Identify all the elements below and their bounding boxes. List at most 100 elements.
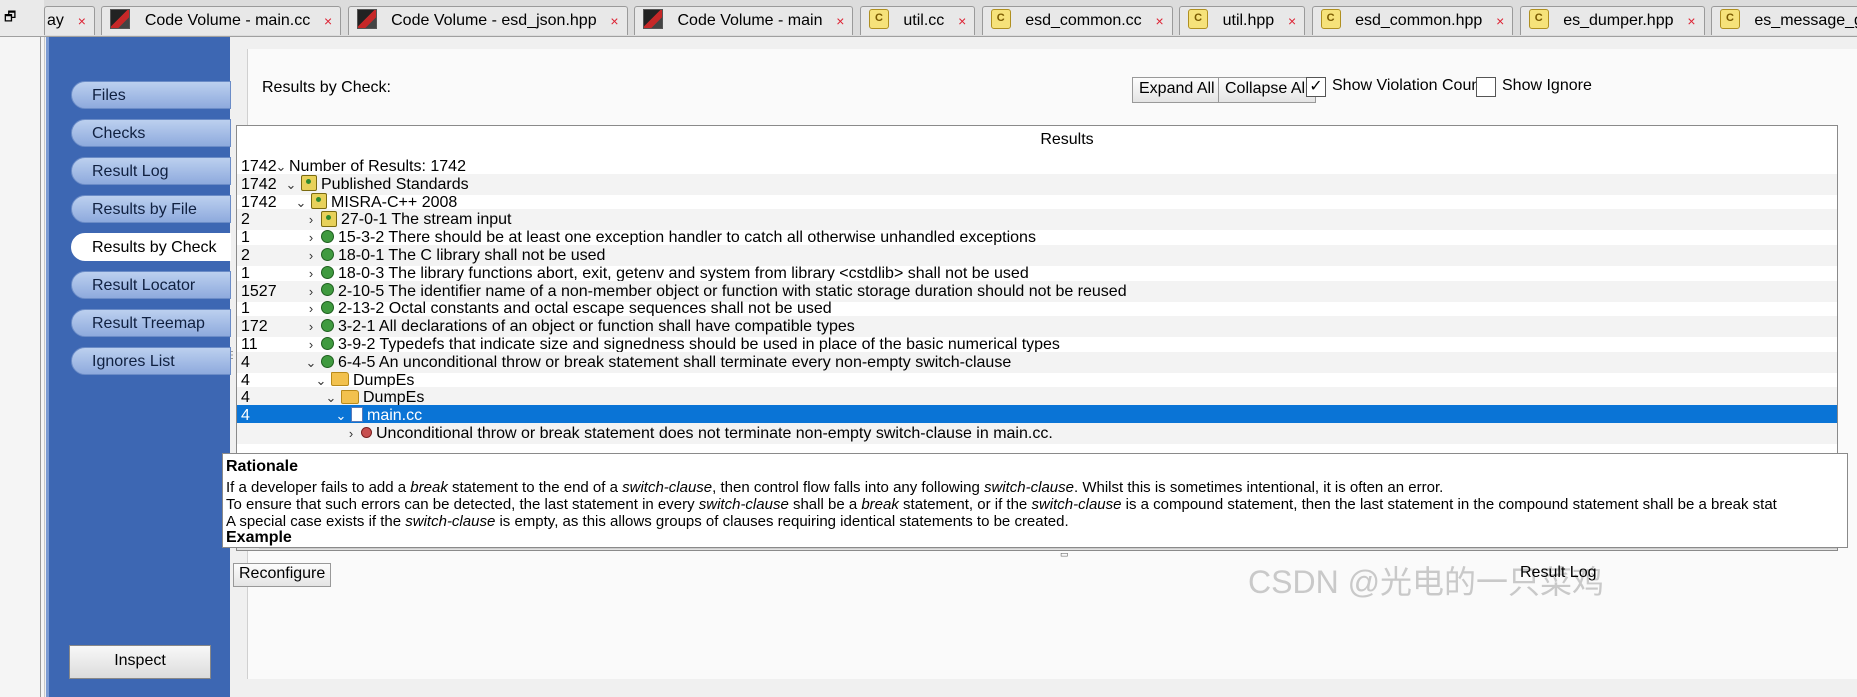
- pane-splitter-grip-icon[interactable]: ▭: [1060, 550, 1086, 559]
- editor-tab-bar: 🗗 ay × Code Volume - main.cc × Code Volu…: [0, 0, 1857, 37]
- tab-close-icon[interactable]: ×: [958, 7, 966, 35]
- check-icon: [321, 301, 334, 315]
- tab-strip: ay × Code Volume - main.cc × Code Volume…: [44, 6, 1857, 36]
- restore-window-icon[interactable]: 🗗: [4, 8, 16, 30]
- tab-util-hpp[interactable]: C util.hpp ×: [1179, 6, 1306, 35]
- rationale-text: is a compound statement, then the last s…: [1121, 496, 1777, 513]
- sidebar-item-label: Result Treemap: [92, 315, 205, 332]
- result-log-button[interactable]: Result Log: [1515, 563, 1602, 585]
- result-text: Published Standards: [321, 175, 469, 193]
- sidebar-item-results-by-check[interactable]: Results by Check: [71, 233, 231, 261]
- rationale-line-1: If a developer fails to add a break stat…: [226, 479, 1443, 496]
- result-text: DumpEs: [353, 371, 415, 389]
- tab-close-icon[interactable]: ×: [1156, 7, 1164, 35]
- code-volume-icon: [643, 9, 664, 30]
- check-icon: [321, 283, 334, 297]
- tab-label: es_message_generated.h: [1754, 12, 1857, 29]
- folder-icon: [331, 371, 349, 386]
- code-volume-icon: [110, 9, 131, 30]
- result-text: 6-4-5 An unconditional throw or break st…: [338, 353, 1012, 371]
- code-volume-icon: [356, 9, 377, 30]
- tab-close-icon[interactable]: ×: [324, 7, 332, 35]
- tab-0[interactable]: ay ×: [44, 6, 95, 35]
- sidebar-item-result-treemap[interactable]: Result Treemap: [71, 309, 231, 337]
- tab-close-icon[interactable]: ×: [836, 7, 844, 35]
- tab-label: esd_common.hpp: [1355, 12, 1483, 29]
- collapse-all-button[interactable]: Collapse All: [1218, 77, 1316, 103]
- left-dock-strip: [0, 37, 45, 697]
- check-icon: [321, 247, 334, 261]
- sidebar-item-files[interactable]: Files: [71, 81, 231, 109]
- result-text: 3-9-2 Typedefs that indicate size and si…: [338, 336, 1060, 353]
- show-violation-counts-checkbox[interactable]: ✓: [1306, 77, 1326, 97]
- tab-close-icon[interactable]: ×: [1288, 7, 1296, 35]
- standard-icon: [311, 192, 327, 209]
- sidebar-item-label: Ignores List: [92, 353, 175, 370]
- result-text: 15-3-2 There should be at least one exce…: [338, 229, 1036, 247]
- source-file-icon: C: [1719, 9, 1740, 30]
- rationale-text: To ensure that such errors can be detect…: [226, 496, 699, 513]
- source-file-icon: C: [1528, 9, 1549, 30]
- tab-close-icon[interactable]: ×: [78, 7, 86, 35]
- tab-close-icon[interactable]: ×: [610, 7, 618, 35]
- source-file-icon: C: [990, 9, 1011, 30]
- rationale-text: shall be a: [788, 496, 862, 513]
- tab-util-cc[interactable]: C util.cc ×: [859, 6, 976, 35]
- table-row[interactable]: › Unconditional throw or break statement …: [237, 423, 1837, 444]
- source-file-icon: C: [868, 9, 889, 30]
- reconfigure-button[interactable]: Reconfigure: [233, 563, 332, 587]
- rationale-text: A special case exists if the: [226, 513, 406, 530]
- rationale-term: switch-clause: [405, 513, 496, 530]
- tab-code-volume-esd-json[interactable]: Code Volume - esd_json.hpp ×: [347, 6, 628, 35]
- tab-label: Code Volume - main.cc: [144, 12, 311, 29]
- check-icon: [321, 265, 334, 279]
- sidebar-item-results-by-file[interactable]: Results by File: [71, 195, 231, 223]
- tab-close-icon[interactable]: ×: [1687, 7, 1695, 35]
- rationale-term: break: [410, 479, 448, 496]
- sidebar-splitter-grip-icon[interactable]: ⋮: [227, 350, 237, 374]
- result-text: main.cc: [367, 407, 423, 425]
- panel-title: Results by Check:: [262, 79, 391, 96]
- rationale-term: switch-clause: [698, 496, 789, 513]
- tab-label: esd_common.cc: [1025, 12, 1142, 29]
- rationale-term: break: [861, 496, 899, 513]
- standard-icon: [301, 175, 317, 192]
- results-column-header: Results: [1040, 131, 1094, 148]
- rationale-text: If a developer fails to add a: [226, 479, 411, 496]
- sidebar-item-label: Results by File: [92, 201, 197, 218]
- result-text: 18-0-3 The library functions abort, exit…: [338, 264, 1029, 282]
- sidebar-item-result-locator[interactable]: Result Locator: [71, 271, 231, 299]
- result-text: DumpEs: [363, 389, 425, 407]
- tab-esd-common-hpp[interactable]: C esd_common.hpp ×: [1311, 6, 1514, 35]
- source-file-icon: C: [1188, 9, 1209, 30]
- results-by-check-panel: Results by Check: Expand All Collapse Al…: [222, 49, 1857, 679]
- tab-code-volume-main-cc[interactable]: Code Volume - main.cc ×: [101, 6, 342, 35]
- rationale-text: statement to the end of a: [447, 479, 623, 496]
- tab-es-dumper-hpp[interactable]: C es_dumper.hpp ×: [1519, 6, 1705, 35]
- show-ignored-checkbox[interactable]: [1476, 77, 1496, 97]
- tab-es-message-generated-h[interactable]: C es_message_generated.h: [1710, 6, 1857, 35]
- tab-label: Code Volume - main: [677, 12, 823, 29]
- sidebar-item-label: Result Locator: [92, 277, 196, 294]
- check-icon: [321, 354, 334, 368]
- expand-all-button[interactable]: Expand All: [1132, 77, 1222, 103]
- folder-icon: [341, 389, 359, 404]
- rationale-term: switch-clause: [983, 479, 1074, 496]
- sidebar-item-checks[interactable]: Checks: [71, 119, 231, 147]
- expand-chevron-icon[interactable]: ›: [343, 423, 359, 444]
- rationale-text: . Whilst this is sometimes intentional, …: [1073, 479, 1444, 496]
- sidebar-item-label: Result Log: [92, 163, 169, 180]
- result-text: 27-0-1 The stream input: [341, 211, 512, 229]
- sidebar-item-ignores-list[interactable]: Ignores List: [71, 347, 231, 375]
- tab-esd-common-cc[interactable]: C esd_common.cc ×: [981, 6, 1173, 35]
- rationale-line-3: A special case exists if the switch-clau…: [226, 513, 1069, 530]
- source-file-icon: C: [1320, 9, 1341, 30]
- tab-close-icon[interactable]: ×: [1496, 7, 1504, 35]
- sidebar-item-result-log[interactable]: Result Log: [71, 157, 231, 185]
- sidebar-item-label: Files: [92, 87, 126, 104]
- tab-code-volume-main[interactable]: Code Volume - main ×: [634, 6, 854, 35]
- inspect-button[interactable]: Inspect: [69, 645, 211, 679]
- tab-label: ay: [47, 12, 64, 29]
- sidebar: Files Checks Result Log Results by File …: [46, 37, 231, 697]
- file-icon: [351, 406, 363, 422]
